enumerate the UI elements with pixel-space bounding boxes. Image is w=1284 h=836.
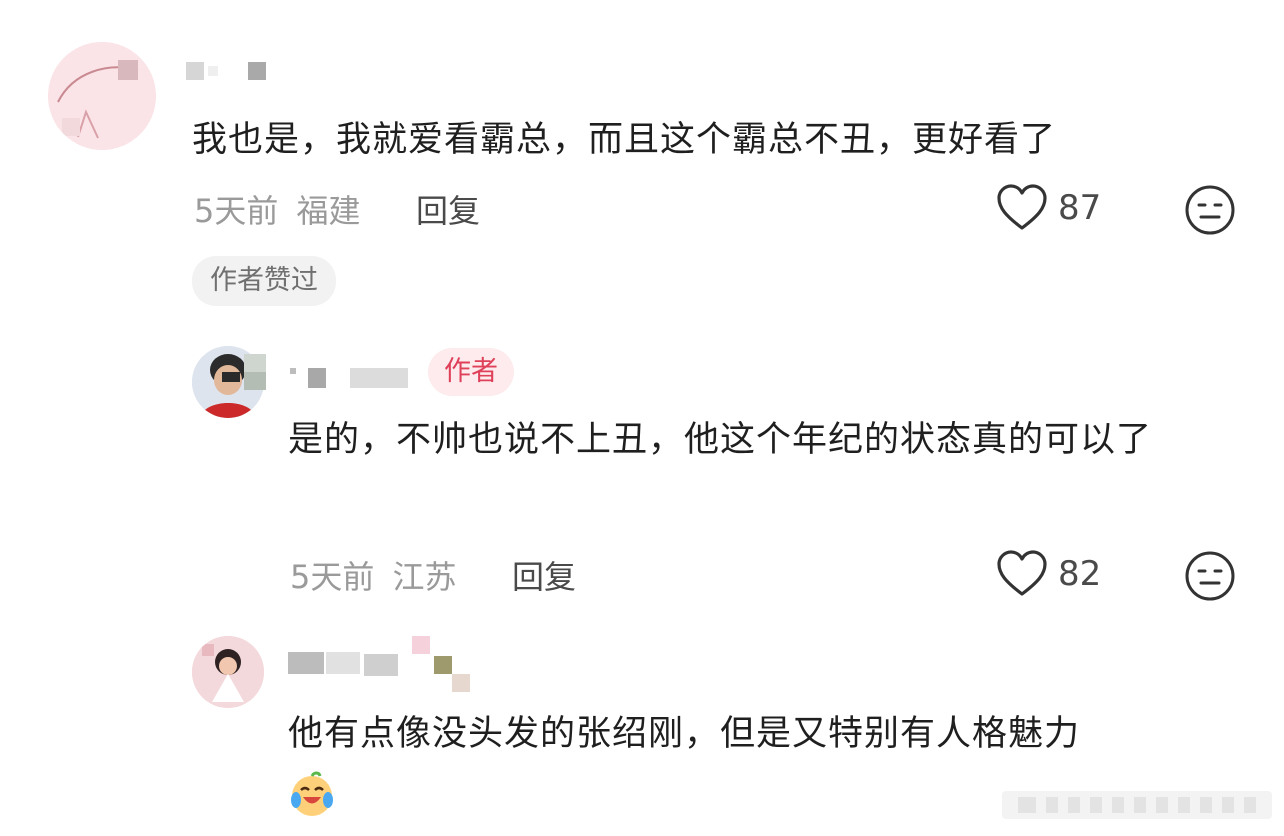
comment-2-time: 5天前 bbox=[290, 558, 375, 596]
heart-icon bbox=[997, 184, 1047, 230]
comment-2-dislike-button[interactable] bbox=[1184, 550, 1236, 606]
pixelated-username-1[interactable] bbox=[186, 62, 270, 80]
commenter-3-avatar[interactable] bbox=[192, 636, 264, 708]
watermark bbox=[1002, 785, 1272, 825]
comment-2-like-count: 82 bbox=[1058, 554, 1102, 594]
pixelated-username-3[interactable] bbox=[288, 636, 474, 692]
crying-laughing-emoji-icon bbox=[288, 770, 336, 822]
comment-1-location: 福建 bbox=[296, 192, 361, 230]
pixelated-author-name[interactable] bbox=[244, 354, 410, 390]
comment-1-meta: 5天前 福建 bbox=[194, 186, 361, 232]
comment-1-like-count: 87 bbox=[1058, 188, 1102, 228]
author-tag: 作者 bbox=[428, 348, 514, 396]
comment-2-like-button[interactable]: 82 bbox=[996, 550, 1101, 598]
heart-icon bbox=[997, 550, 1047, 596]
commenter-1-avatar[interactable] bbox=[48, 42, 156, 150]
comment-1-reply-button[interactable]: 回复 bbox=[416, 186, 480, 232]
avatar-illustration bbox=[48, 42, 156, 150]
comment-2-meta: 5天前 江苏 bbox=[290, 552, 457, 598]
author-liked-badge: 作者赞过 bbox=[192, 256, 336, 306]
neutral-face-icon bbox=[1185, 185, 1235, 235]
comment-1-like-button[interactable]: 87 bbox=[996, 184, 1101, 232]
avatar-illustration bbox=[192, 636, 264, 708]
comment-2-text: 是的，不帅也说不上丑，他这个年纪的状态真的可以了 bbox=[288, 420, 1153, 460]
comment-1-time: 5天前 bbox=[194, 192, 279, 230]
comment-1-dislike-button[interactable] bbox=[1184, 184, 1236, 240]
comment-2-location: 江苏 bbox=[392, 558, 457, 596]
comment-3-text: 他有点像没头发的张绍刚，但是又特别有人格魅力 bbox=[288, 714, 1081, 754]
comment-1-text: 我也是，我就爱看霸总，而且这个霸总不丑，更好看了 bbox=[192, 120, 1057, 160]
comment-2-reply-button[interactable]: 回复 bbox=[512, 552, 576, 598]
neutral-face-icon bbox=[1185, 551, 1235, 601]
